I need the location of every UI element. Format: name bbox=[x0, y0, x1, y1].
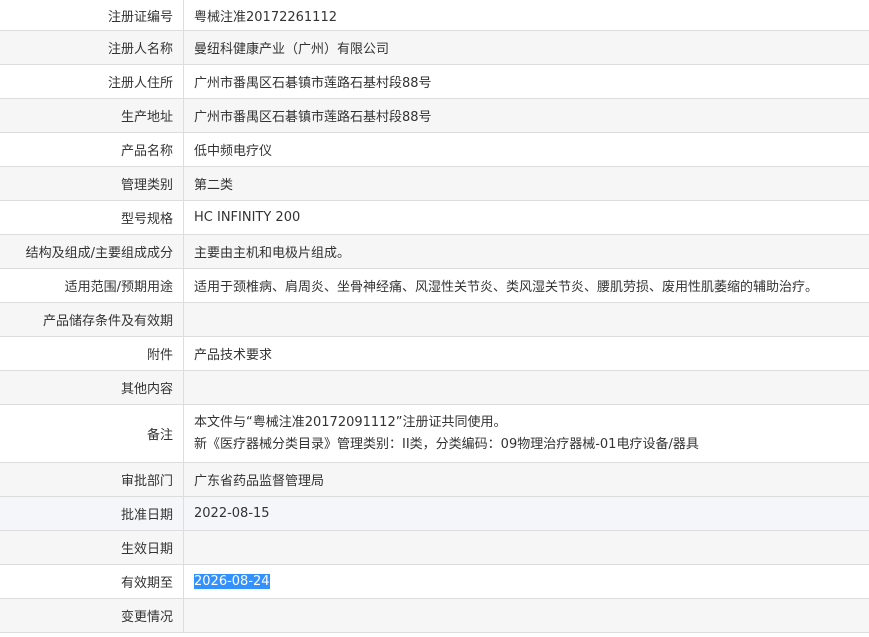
table-row: 结构及组成/主要组成成分 主要由主机和电极片组成。 bbox=[0, 234, 869, 269]
field-value-text: 广州市番禺区石碁镇市莲路石基村段88号 bbox=[194, 76, 432, 91]
table-row: 注册人名称 曼纽科健康产业（广州）有限公司 bbox=[0, 30, 869, 65]
field-value bbox=[183, 598, 869, 633]
field-value: 主要由主机和电极片组成。 bbox=[183, 234, 869, 269]
table-row: 型号规格 HC INFINITY 200 bbox=[0, 200, 869, 235]
field-value-text: 低中频电疗仪 bbox=[194, 144, 273, 159]
table-row: 批准日期 2022-08-15 bbox=[0, 496, 869, 531]
field-value-text: 2022-08-15 bbox=[194, 506, 270, 521]
table-row: 注册证编号 粤械注准20172261112 bbox=[0, 0, 869, 31]
remark-line: 新《医疗器械分类目录》管理类别：II类，分类编码：09物理治疗器械-01电疗设备… bbox=[194, 436, 699, 452]
field-value-text: 粤械注准20172261112 bbox=[194, 9, 337, 25]
table-row: 变更情况 bbox=[0, 598, 869, 633]
field-value: 粤械注准20172261112 bbox=[183, 0, 869, 31]
remark-line: 本文件与“粤械注准20172091112”注册证共同使用。 bbox=[194, 414, 507, 430]
field-label: 产品名称 bbox=[0, 132, 184, 167]
table-row: 注册人住所 广州市番禺区石碁镇市莲路石基村段88号 bbox=[0, 64, 869, 99]
table-row: 管理类别 第二类 bbox=[0, 166, 869, 201]
field-label: 生产地址 bbox=[0, 98, 184, 133]
field-value-text: 第二类 bbox=[194, 178, 234, 193]
table-row: 有效期至 2026-08-24 bbox=[0, 564, 869, 599]
field-value: 2022-08-15 bbox=[183, 496, 869, 531]
table-row: 附件 产品技术要求 bbox=[0, 336, 869, 371]
table-row: 生效日期 bbox=[0, 530, 869, 565]
table-row: 备注 本文件与“粤械注准20172091112”注册证共同使用。新《医疗器械分类目… bbox=[0, 404, 869, 463]
field-label: 附件 bbox=[0, 336, 184, 371]
field-value-text: HC INFINITY 200 bbox=[194, 210, 301, 225]
field-value: 适用于颈椎病、肩周炎、坐骨神经痛、风湿性关节炎、类风湿关节炎、腰肌劳损、废用性肌… bbox=[183, 268, 869, 303]
field-value-text: 主要由主机和电极片组成。 bbox=[194, 246, 351, 261]
table-row: 其他内容 bbox=[0, 370, 869, 405]
field-label: 注册人名称 bbox=[0, 30, 184, 65]
field-label: 备注 bbox=[0, 404, 184, 463]
field-value: 曼纽科健康产业（广州）有限公司 bbox=[183, 30, 869, 65]
field-value-text: 广州市番禺区石碁镇市莲路石基村段88号 bbox=[194, 110, 432, 125]
table-row: 审批部门 广东省药品监督管理局 bbox=[0, 462, 869, 497]
table-row: 适用范围/预期用途 适用于颈椎病、肩周炎、坐骨神经痛、风湿性关节炎、类风湿关节炎、… bbox=[0, 268, 869, 303]
field-value bbox=[183, 370, 869, 405]
registration-detail-table: 注册证编号 粤械注准20172261112 注册人名称 曼纽科健康产业（广州）有限公司… bbox=[0, 0, 869, 633]
field-label: 有效期至 bbox=[0, 564, 184, 599]
field-value: 广州市番禺区石碁镇市莲路石基村段88号 bbox=[183, 64, 869, 99]
field-label: 批准日期 bbox=[0, 496, 184, 531]
table-row: 产品储存条件及有效期 bbox=[0, 302, 869, 337]
field-value: 产品技术要求 bbox=[183, 336, 869, 371]
table-row: 产品名称 低中频电疗仪 bbox=[0, 132, 869, 167]
field-label: 产品储存条件及有效期 bbox=[0, 302, 184, 337]
field-value: 低中频电疗仪 bbox=[183, 132, 869, 167]
field-label: 结构及组成/主要组成成分 bbox=[0, 234, 184, 269]
field-value-text: 产品技术要求 bbox=[194, 348, 273, 363]
field-value-text: 2026-08-24 bbox=[194, 574, 270, 589]
field-value bbox=[183, 530, 869, 565]
field-label: 注册证编号 bbox=[0, 0, 184, 31]
field-value: 2026-08-24 bbox=[183, 564, 869, 599]
field-label: 型号规格 bbox=[0, 200, 184, 235]
field-value-text: 曼纽科健康产业（广州）有限公司 bbox=[194, 42, 390, 57]
field-label: 注册人住所 bbox=[0, 64, 184, 99]
field-label: 管理类别 bbox=[0, 166, 184, 201]
field-value: 第二类 bbox=[183, 166, 869, 201]
field-value bbox=[183, 302, 869, 337]
field-value-text: 广东省药品监督管理局 bbox=[194, 474, 325, 489]
field-label: 生效日期 bbox=[0, 530, 184, 565]
field-value: HC INFINITY 200 bbox=[183, 200, 869, 235]
field-label: 适用范围/预期用途 bbox=[0, 268, 184, 303]
field-label: 变更情况 bbox=[0, 598, 184, 633]
table-row: 生产地址 广州市番禺区石碁镇市莲路石基村段88号 bbox=[0, 98, 869, 133]
field-label: 审批部门 bbox=[0, 462, 184, 497]
field-value: 广州市番禺区石碁镇市莲路石基村段88号 bbox=[183, 98, 869, 133]
field-value: 广东省药品监督管理局 bbox=[183, 462, 869, 497]
field-value: 本文件与“粤械注准20172091112”注册证共同使用。新《医疗器械分类目录》… bbox=[183, 404, 869, 463]
field-value-text: 适用于颈椎病、肩周炎、坐骨神经痛、风湿性关节炎、类风湿关节炎、腰肌劳损、废用性肌… bbox=[194, 280, 819, 295]
field-label: 其他内容 bbox=[0, 370, 184, 405]
